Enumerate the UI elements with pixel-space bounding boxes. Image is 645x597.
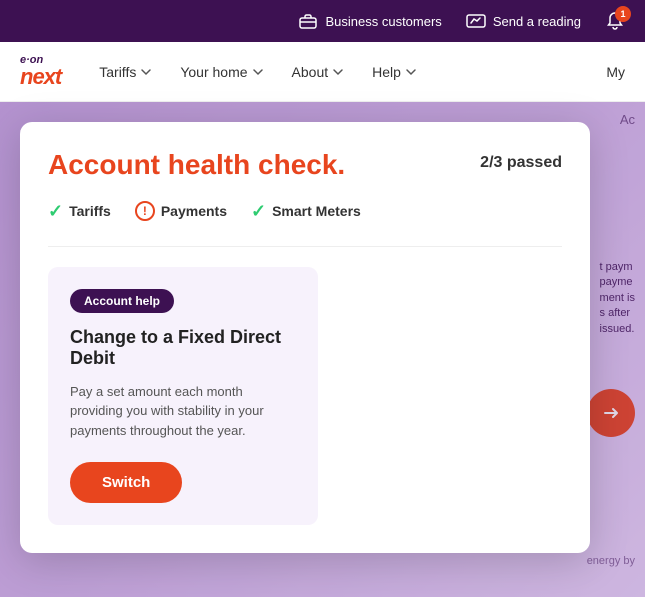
notification-bell[interactable]: 1 [605,11,625,31]
modal-overlay: Account health check. 2/3 passed ✓ Tarif… [0,102,645,597]
tariffs-label: Tariffs [99,64,136,80]
smart-meters-check-label: Smart Meters [272,203,361,219]
logo-next: next [20,66,61,88]
business-customers-link[interactable]: Business customers [298,11,441,31]
nav-help[interactable]: Help [372,64,417,80]
switch-button[interactable]: Switch [70,462,182,503]
modal-divider [48,246,562,247]
chevron-down-icon [140,66,152,78]
chevron-down-icon [332,66,344,78]
chevron-down-icon [405,66,417,78]
your-home-label: Your home [180,64,247,80]
tariffs-check-icon: ✓ [48,201,63,222]
modal-passed: 2/3 passed [480,154,562,172]
nav-bar: e·on next Tariffs Your home About Help M… [0,42,645,102]
card-title: Change to a Fixed Direct Debit [70,327,296,370]
account-help-card: Account help Change to a Fixed Direct De… [48,267,318,526]
notification-count: 1 [615,6,631,22]
smart-meters-check-icon: ✓ [251,201,266,222]
nav-about[interactable]: About [292,64,345,80]
check-smart-meters: ✓ Smart Meters [251,201,361,222]
card-tag: Account help [70,289,174,313]
check-tariffs: ✓ Tariffs [48,201,111,222]
logo[interactable]: e·on next [20,55,61,88]
top-bar: Business customers Send a reading 1 [0,0,645,42]
meter-icon [466,11,486,31]
modal-title: Account health check. [48,150,345,181]
payments-warning-icon: ! [135,201,155,221]
send-reading-link[interactable]: Send a reading [466,11,581,31]
check-payments: ! Payments [135,201,227,221]
check-items-row: ✓ Tariffs ! Payments ✓ Smart Meters [48,201,562,222]
nav-my[interactable]: My [606,64,625,80]
my-label: My [606,64,625,80]
modal-header: Account health check. 2/3 passed [48,150,562,181]
nav-tariffs[interactable]: Tariffs [99,64,152,80]
chevron-down-icon [252,66,264,78]
about-label: About [292,64,329,80]
payments-check-label: Payments [161,203,227,219]
tariffs-check-label: Tariffs [69,203,111,219]
business-customers-label: Business customers [325,14,441,29]
nav-your-home[interactable]: Your home [180,64,263,80]
briefcase-icon [298,11,318,31]
account-health-modal: Account health check. 2/3 passed ✓ Tarif… [20,122,590,553]
card-description: Pay a set amount each month providing yo… [70,382,296,441]
help-label: Help [372,64,401,80]
send-reading-label: Send a reading [493,14,581,29]
